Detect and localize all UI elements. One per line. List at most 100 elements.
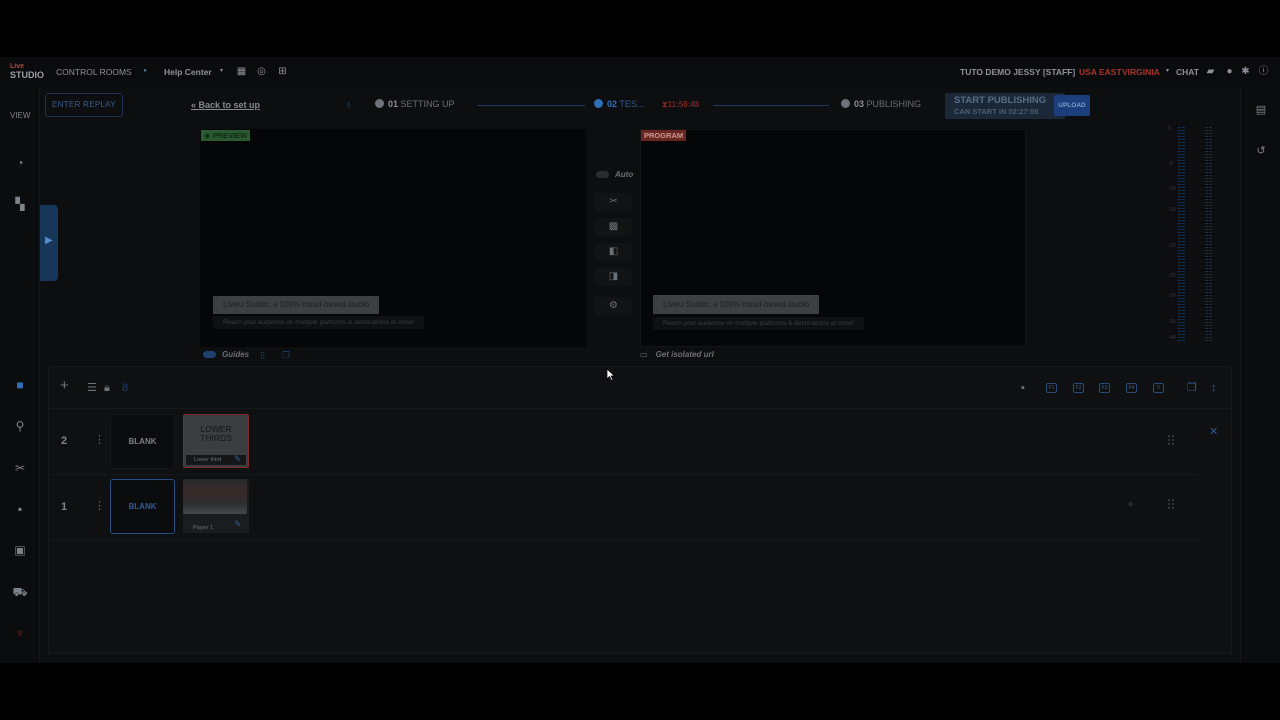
list-icon[interactable]: ▤ bbox=[1255, 104, 1267, 116]
wipe-transition-button[interactable]: ◧ bbox=[595, 243, 632, 261]
step2-num: 02 bbox=[607, 99, 618, 109]
comment-icon[interactable]: ▪ bbox=[12, 501, 28, 517]
lightbulb-icon[interactable]: ♁ bbox=[344, 97, 353, 111]
close-icon[interactable]: ✕ bbox=[1209, 425, 1218, 438]
layout-grid-icon[interactable]: ⊞ bbox=[277, 66, 288, 77]
zone-label[interactable]: VIRGINIA bbox=[1122, 67, 1160, 77]
signal-icon[interactable]: ♆ bbox=[12, 625, 28, 641]
gear-icon[interactable]: ✱ bbox=[1240, 66, 1251, 77]
upload-button[interactable]: UPLOAD bbox=[1054, 95, 1090, 116]
copy-icon[interactable]: ❐ bbox=[282, 350, 290, 361]
lock-icon[interactable]: 🔒︎ bbox=[104, 382, 110, 394]
transition-settings-button[interactable]: ⚙ bbox=[595, 297, 632, 315]
preview-tag: ◉ PREVIEW bbox=[201, 130, 251, 141]
user-icon[interactable]: ● bbox=[1224, 66, 1235, 77]
shortcut-f2[interactable]: F2 bbox=[1073, 383, 1084, 393]
help-center-menu[interactable]: Help Center bbox=[164, 67, 212, 77]
shortcut-f1[interactable]: F1 bbox=[1046, 383, 1057, 393]
preview-lower-third-subtitle: Reach your audience on multiple platform… bbox=[213, 316, 424, 329]
enter-replay-button[interactable]: ENTER REPLAY bbox=[45, 93, 123, 117]
preview-lower-third-title: LiveU Studio: a 100% cloud-based studio bbox=[213, 296, 380, 314]
auto-toggle[interactable]: Auto bbox=[596, 170, 633, 179]
view-label[interactable]: VIEW bbox=[10, 111, 30, 120]
step-publishing[interactable]: 03 PUBLISHING bbox=[841, 99, 921, 109]
expand-panel-handle[interactable]: ▶ bbox=[40, 205, 58, 281]
truck-icon[interactable]: ⛟ bbox=[12, 584, 28, 600]
add-layer-icon[interactable]: + bbox=[60, 378, 69, 393]
chat-link[interactable]: CHAT bbox=[1176, 67, 1199, 77]
meter-label: -35 bbox=[1168, 319, 1176, 325]
align-icon[interactable]: ☰ bbox=[87, 382, 97, 394]
mix-transition-button[interactable]: ▩ bbox=[595, 218, 632, 236]
meter-label: 0 bbox=[1168, 125, 1172, 131]
shortcut-f3[interactable]: F3 bbox=[1099, 383, 1110, 393]
start-publishing-button[interactable]: START PUBLISHING CAN START IN 02:27:58 bbox=[945, 93, 1065, 119]
meter-label: -25 bbox=[1168, 273, 1176, 279]
meter-bar-left-2 bbox=[1205, 127, 1208, 343]
region-chevron-down-icon[interactable]: ▾ bbox=[1162, 66, 1173, 77]
cut-transition-button[interactable]: ✂ bbox=[595, 193, 632, 211]
camera-icon[interactable]: ■ bbox=[12, 377, 28, 393]
step1-dot-icon bbox=[375, 99, 384, 108]
widgets-grid-icon[interactable]: ▚ bbox=[12, 196, 28, 212]
step-connector bbox=[477, 105, 585, 106]
scissors-icon[interactable]: ✂ bbox=[12, 460, 28, 476]
add-source-icon[interactable]: + bbox=[1127, 497, 1134, 511]
layer-count[interactable]: 8 bbox=[122, 382, 128, 394]
timer-value: 11:58:48 bbox=[667, 100, 700, 109]
edit-pencil-icon[interactable]: ✎ bbox=[234, 519, 242, 530]
drag-handle-icon[interactable]: ⠿ bbox=[1166, 497, 1176, 514]
sort-vertical-icon[interactable]: ↕ bbox=[1211, 382, 1217, 394]
comment-icon[interactable]: ▪ bbox=[1021, 382, 1025, 394]
layer-menu-icon[interactable]: ⋮ bbox=[94, 433, 105, 446]
stinger-transition-button[interactable]: ◨ bbox=[595, 268, 632, 286]
start-publishing-label: START PUBLISHING bbox=[954, 95, 1047, 106]
globe-icon[interactable]: ◎ bbox=[256, 66, 267, 77]
chevron-right-icon: ▶ bbox=[45, 235, 53, 246]
meter-label: -10 bbox=[1168, 186, 1176, 192]
region-label[interactable]: USA EAST bbox=[1079, 67, 1122, 77]
back-to-setup-link[interactable]: « Back to set up bbox=[191, 100, 260, 110]
info-icon[interactable]: ⓘ bbox=[1258, 66, 1269, 77]
layer-menu-icon[interactable]: ⋮ bbox=[94, 499, 105, 512]
auto-switch[interactable] bbox=[596, 171, 609, 178]
help-chevron-down-icon[interactable]: ▾ bbox=[216, 66, 227, 77]
mobile-icon[interactable]: ▯ bbox=[260, 350, 265, 361]
blank-slot[interactable]: BLANK bbox=[110, 479, 175, 534]
step-testing[interactable]: 02 TES... bbox=[594, 99, 644, 109]
edit-pencil-icon[interactable]: ✎ bbox=[234, 454, 242, 465]
step-setting-up[interactable]: 01 SETTING UP bbox=[375, 99, 455, 109]
shortcut-0[interactable]: 0 bbox=[1153, 383, 1164, 393]
start-countdown: CAN START IN 02:27:58 bbox=[954, 107, 1039, 116]
shortcut-f4[interactable]: F4 bbox=[1126, 383, 1137, 393]
chat-bubble-icon[interactable]: ▰ bbox=[1205, 66, 1216, 77]
text-box-icon[interactable]: ▣ bbox=[12, 542, 28, 558]
user-menu[interactable]: TUTO DEMO JESSY [STAFF] bbox=[960, 67, 1075, 77]
left-rail: VIEW ◔ ▚ ■ ⚲ ✂ ▪ ▣ ⛟ ♆ bbox=[0, 87, 40, 663]
copy-layers-icon[interactable]: ❐ bbox=[1187, 382, 1197, 394]
drag-handle-icon[interactable]: ⠿ bbox=[1166, 433, 1176, 450]
meter-bar-left bbox=[1178, 127, 1181, 343]
mouse-cursor-icon bbox=[607, 369, 615, 381]
step3-num: 03 bbox=[854, 99, 865, 109]
program-lower-third-title: LiveU Studio: a 100% cloud-based studio bbox=[653, 295, 820, 314]
dashboard-gauge-icon[interactable]: ◔ bbox=[12, 155, 28, 171]
studio-logo[interactable]: Live STUDIO bbox=[10, 62, 46, 82]
guides-switch[interactable] bbox=[203, 351, 216, 358]
preview-pane[interactable]: ◉ PREVIEW LiveU Studio: a 100% cloud-bas… bbox=[200, 129, 586, 347]
layers-toolbar: + ☰ 🔒︎ 8 ▪ F1 F2 F3 F4 0 ❐ ↕ bbox=[49, 367, 1231, 409]
meter-bar-right bbox=[1182, 127, 1185, 343]
guides-toggle[interactable]: Guides bbox=[203, 350, 249, 359]
isolated-url-label: Get isolated url bbox=[655, 350, 714, 359]
calendar-icon[interactable]: ▦ bbox=[236, 66, 247, 77]
layers-panel: + ☰ 🔒︎ 8 ▪ F1 F2 F3 F4 0 ❐ ↕ ✕ 2 ⋮ BLANK… bbox=[48, 366, 1232, 654]
history-icon[interactable]: ↺ bbox=[1255, 145, 1267, 157]
blank-slot[interactable]: BLANK bbox=[110, 414, 175, 469]
isolated-url-link[interactable]: ▭ Get isolated url bbox=[640, 350, 714, 359]
control-rooms-link[interactable]: CONTROL ROOMS bbox=[56, 67, 132, 77]
meter-label: -20 bbox=[1168, 243, 1176, 249]
back-to-setup-label: Back to set up bbox=[198, 100, 261, 110]
user-chevron-down-icon[interactable]: ▾ bbox=[1063, 66, 1074, 77]
broadcast-icon[interactable]: ⚲ bbox=[12, 418, 28, 434]
thumb-caption: Player 1 bbox=[193, 525, 214, 531]
